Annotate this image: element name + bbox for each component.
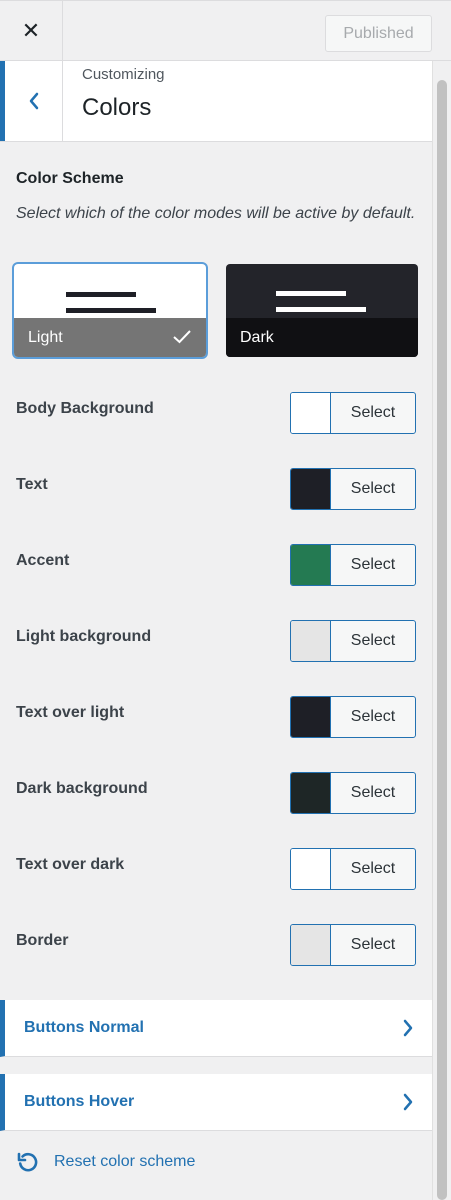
color-picker-button[interactable]: Select <box>290 544 416 586</box>
select-label: Select <box>350 784 396 801</box>
color-row-accent: Accent Select <box>16 544 416 586</box>
close-button[interactable]: ✕ <box>0 1 63 61</box>
scheme-label: Dark <box>240 328 274 346</box>
color-label: Text over dark <box>16 856 125 873</box>
color-row-dark-background: Dark background Select <box>16 772 416 814</box>
breadcrumb: Customizing <box>82 66 165 83</box>
select-label: Select <box>350 936 396 953</box>
scheme-footer: Dark <box>226 318 418 357</box>
page-title: Colors <box>82 94 152 121</box>
select-label: Select <box>350 480 396 497</box>
color-scheme-description: Select which of the color modes will be … <box>16 205 416 222</box>
reset-label: Reset color scheme <box>54 1153 196 1170</box>
color-picker-button[interactable]: Select <box>290 696 416 738</box>
color-picker-button[interactable]: Select <box>290 924 416 966</box>
color-row-body-background: Body Background Select <box>16 392 416 434</box>
back-button[interactable] <box>0 61 63 141</box>
scheme-footer: Light <box>14 318 206 357</box>
select-label: Select <box>350 404 396 421</box>
color-label: Border <box>16 932 69 949</box>
color-swatch <box>291 849 331 889</box>
color-label: Dark background <box>16 780 148 797</box>
color-picker-button[interactable]: Select <box>290 468 416 510</box>
select-label: Select <box>350 556 396 573</box>
chevron-right-icon <box>403 1093 413 1111</box>
color-swatch <box>291 773 331 813</box>
color-row-text: Text Select <box>16 468 416 510</box>
color-row-light-background: Light background Select <box>16 620 416 662</box>
scrollbar-thumb[interactable] <box>437 80 447 1200</box>
color-row-text-over-light: Text over light Select <box>16 696 416 738</box>
color-swatch <box>291 925 331 965</box>
color-scheme-title: Color Scheme <box>16 170 124 187</box>
select-label: Select <box>350 632 396 649</box>
chevron-right-icon <box>403 1019 413 1037</box>
scheme-option-light[interactable]: Light <box>14 264 206 357</box>
section-header: Customizing Colors <box>0 61 432 142</box>
color-swatch <box>291 545 331 585</box>
panel-label: Buttons Hover <box>24 1093 135 1110</box>
color-label: Text over light <box>16 704 125 721</box>
close-icon: ✕ <box>21 18 41 43</box>
color-label: Accent <box>16 552 70 569</box>
preview-line <box>276 291 346 296</box>
color-swatch <box>291 621 331 661</box>
color-label: Body Background <box>16 400 154 417</box>
checkmark-icon <box>173 330 191 344</box>
preview-line <box>66 308 156 313</box>
scheme-label: Light <box>28 328 63 346</box>
color-picker-button[interactable]: Select <box>290 772 416 814</box>
preview-line <box>276 307 366 312</box>
color-picker-button[interactable]: Select <box>290 848 416 890</box>
color-swatch <box>291 469 331 509</box>
panel-buttons-normal[interactable]: Buttons Normal <box>0 1000 432 1057</box>
published-button[interactable]: Published <box>325 15 432 52</box>
chevron-left-icon <box>29 92 38 110</box>
select-label: Select <box>350 860 396 877</box>
color-row-border: Border Select <box>16 924 416 966</box>
scheme-option-dark[interactable]: Dark <box>226 264 418 357</box>
color-swatch <box>291 393 331 433</box>
panel-label: Buttons Normal <box>24 1019 144 1036</box>
preview-line <box>66 292 136 297</box>
reset-color-scheme-button[interactable]: Reset color scheme <box>16 1150 195 1174</box>
undo-icon <box>17 1152 38 1172</box>
color-label: Light background <box>16 628 152 645</box>
customizer-header: ✕ Published <box>0 0 451 61</box>
color-label: Text <box>16 476 48 493</box>
panel-buttons-hover[interactable]: Buttons Hover <box>0 1074 432 1131</box>
color-picker-button[interactable]: Select <box>290 620 416 662</box>
select-label: Select <box>350 708 396 725</box>
color-row-text-over-dark: Text over dark Select <box>16 848 416 890</box>
color-picker-button[interactable]: Select <box>290 392 416 434</box>
color-swatch <box>291 697 331 737</box>
